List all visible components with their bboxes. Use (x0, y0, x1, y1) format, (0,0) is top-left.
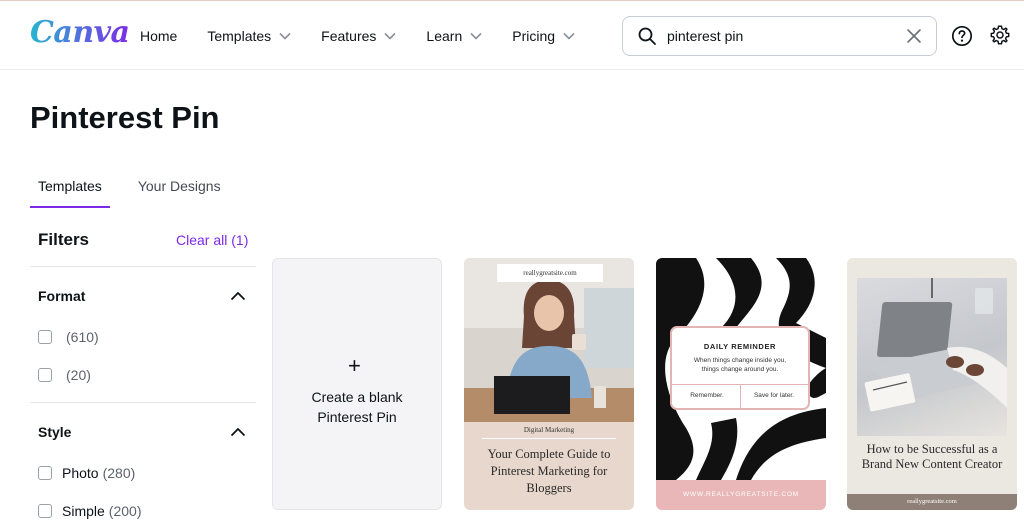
divider (30, 266, 256, 267)
clear-search-icon[interactable] (906, 28, 922, 44)
format-option[interactable]: (20) (38, 367, 91, 383)
template-title: Your Complete Guide to Pinterest Marketi… (487, 447, 611, 495)
divider (482, 438, 616, 439)
create-blank-line1: Create a blank (311, 389, 403, 405)
template-photo (857, 278, 1007, 436)
checkbox[interactable] (38, 466, 52, 480)
tab-templates[interactable]: Templates (30, 172, 110, 208)
option-count: (200) (108, 503, 142, 519)
gear-icon[interactable] (989, 24, 1011, 46)
site-url-pill: reallygreatsite.com (497, 264, 603, 282)
divider (30, 402, 256, 403)
reminder-text: When things change inside you, things ch… (672, 356, 808, 374)
nav-learn[interactable]: Learn (426, 28, 482, 44)
chevron-down-icon (470, 32, 482, 40)
format-section-title[interactable]: Format (38, 288, 85, 304)
option-label: Photo (62, 465, 99, 481)
format-option[interactable]: (610) (38, 329, 99, 345)
chevron-up-icon[interactable] (230, 291, 246, 301)
nav-features-label: Features (321, 28, 377, 44)
laptop-illustration (864, 278, 1007, 412)
template-card-content-creator[interactable]: How to be Successful as a Brand New Cont… (847, 258, 1017, 510)
template-photo (464, 258, 634, 422)
filters-heading: Filters (38, 230, 90, 249)
chevron-down-icon (384, 32, 396, 40)
help-icon[interactable] (951, 25, 973, 47)
checkbox[interactable] (38, 330, 52, 344)
template-card-marketing-guide[interactable]: reallygreatsite.com Digital Marketing Yo… (464, 258, 634, 510)
option-count: (610) (66, 329, 99, 345)
style-option-photo[interactable]: Photo (280) (38, 465, 135, 481)
nav-home-label: Home (140, 28, 178, 44)
nav-pricing-label: Pricing (512, 28, 556, 44)
clear-all-link[interactable]: Clear all (1) (176, 232, 248, 248)
reminder-footer-url: WWW.REALLYGREATSITE.COM (656, 480, 826, 510)
template-url: reallygreatsite.com (907, 498, 957, 505)
create-blank-line2: Pinterest Pin (317, 409, 397, 425)
option-label: Simple (62, 503, 105, 519)
chevron-down-icon (279, 32, 291, 40)
create-blank-label: Create a blank Pinterest Pin (273, 387, 441, 427)
nav-templates-label: Templates (207, 28, 272, 44)
search-input[interactable] (667, 28, 887, 44)
canva-logo[interactable]: Canva (30, 15, 130, 50)
checkbox[interactable] (38, 368, 52, 382)
chevron-up-icon[interactable] (230, 427, 246, 437)
nav-learn-label: Learn (426, 28, 463, 44)
reminder-line2: things change around you. (701, 366, 779, 373)
nav-features[interactable]: Features (321, 28, 396, 44)
design-tabs: Templates Your Designs (30, 172, 249, 208)
divider (740, 385, 741, 408)
remember-label: Remember. (690, 392, 724, 399)
save-for-later-label: Save for later. (753, 392, 795, 399)
chevron-down-icon (563, 32, 575, 40)
reminder-heading: DAILY REMINDER (703, 342, 777, 351)
checkbox[interactable] (38, 504, 52, 518)
option-count: (280) (102, 465, 136, 481)
create-blank-card[interactable]: + Create a blank Pinterest Pin (272, 258, 442, 510)
search-icon (638, 27, 656, 45)
style-section-title[interactable]: Style (38, 424, 71, 440)
template-card-daily-reminder[interactable]: DAILY REMINDER When things change inside… (656, 258, 826, 510)
nav-templates[interactable]: Templates (207, 28, 291, 44)
tab-your-designs[interactable]: Your Designs (130, 172, 229, 208)
main-nav: Home Templates Features Learn Pricing (140, 1, 605, 71)
nav-home[interactable]: Home (140, 28, 177, 44)
page-title: Pinterest Pin (30, 100, 220, 135)
plus-icon: + (348, 353, 361, 378)
style-option-simple[interactable]: Simple (200) (38, 503, 141, 519)
template-title: How to be Successful as a Brand New Cont… (861, 442, 1003, 471)
nav-pricing[interactable]: Pricing (512, 28, 575, 44)
reminder-box: DAILY REMINDER When things change inside… (670, 326, 810, 410)
template-category: Digital Marketing (523, 426, 575, 434)
top-navigation-bar: Canva Home Templates Features Learn Pric… (0, 0, 1024, 70)
reminder-line1: When things change inside you, (693, 357, 787, 364)
search-bar[interactable] (622, 16, 937, 56)
option-count: (20) (66, 367, 91, 383)
